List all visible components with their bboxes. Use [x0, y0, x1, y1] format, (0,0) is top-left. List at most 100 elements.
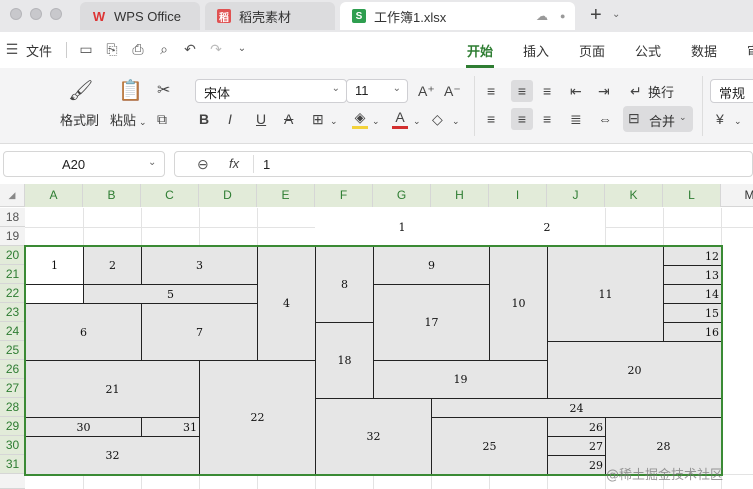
column-header-f[interactable]: F: [315, 184, 373, 207]
file-menu[interactable]: 文件: [26, 41, 52, 60]
indent-icon[interactable]: ⇥: [598, 82, 610, 100]
chevron-down-icon[interactable]: ⌄: [330, 112, 338, 130]
fill-color-icon[interactable]: ◈: [352, 108, 368, 129]
close-window-button[interactable]: [10, 8, 22, 20]
formula-bar: A20 ⌄ ⊖ fx 1: [0, 144, 753, 184]
tab-page[interactable]: 页面: [579, 41, 605, 60]
border-icon[interactable]: ⊞: [312, 110, 324, 128]
tab-home[interactable]: 开始: [467, 41, 493, 60]
column-header-l[interactable]: L: [663, 184, 721, 207]
align-bottom-icon[interactable]: ≡: [543, 82, 551, 100]
align-middle-icon[interactable]: ≡: [511, 80, 533, 102]
row-header-24[interactable]: 24: [0, 322, 25, 341]
font-size-value: 11: [355, 83, 369, 98]
tab-formula[interactable]: 公式: [635, 41, 661, 60]
formula-input[interactable]: ⊖ fx 1: [174, 151, 753, 177]
redo-icon[interactable]: ↷: [208, 41, 224, 57]
tab-review[interactable]: 审: [747, 41, 753, 60]
chevron-down-icon[interactable]: ⌄: [734, 112, 742, 130]
row-header-25[interactable]: 25: [0, 341, 25, 360]
tab-insert[interactable]: 插入: [523, 41, 549, 60]
tab-docer[interactable]: 稻 稻壳素材: [205, 2, 335, 30]
print-icon[interactable]: ⎙: [130, 41, 146, 57]
increase-font-icon[interactable]: A⁺: [418, 82, 435, 100]
row-header-29[interactable]: 29: [0, 417, 25, 436]
font-size-select[interactable]: 11 ⌄: [346, 79, 408, 103]
paste-label[interactable]: 粘贴: [110, 110, 136, 129]
export-icon[interactable]: ⎘: [104, 41, 120, 57]
row-header-27[interactable]: 27: [0, 379, 25, 398]
column-header-d[interactable]: D: [199, 184, 257, 207]
underline-icon[interactable]: U: [256, 110, 266, 128]
tab-label: 工作簿1.xlsx: [374, 9, 447, 25]
italic-icon[interactable]: I: [228, 110, 232, 128]
number-format-select[interactable]: 常规: [710, 79, 753, 103]
zoom-icon[interactable]: ⊖: [197, 156, 209, 173]
justify-icon[interactable]: ≣: [570, 110, 582, 128]
column-header-g[interactable]: G: [373, 184, 431, 207]
column-header-c[interactable]: C: [141, 184, 199, 207]
currency-icon[interactable]: ¥: [716, 110, 724, 128]
merge-button[interactable]: ⊟ 合并 ⌄: [623, 106, 693, 132]
row-header-22[interactable]: 22: [0, 284, 25, 303]
distribute-icon[interactable]: ⇔: [598, 110, 612, 128]
align-top-icon[interactable]: ≡: [487, 82, 495, 100]
outdent-icon[interactable]: ⇤: [570, 82, 582, 100]
cut-icon[interactable]: ✂: [157, 82, 170, 100]
row-header-18[interactable]: 18: [0, 208, 25, 227]
font-color-icon[interactable]: A: [392, 108, 408, 129]
format-painter-icon[interactable]: 🖌: [68, 81, 93, 101]
column-header-k[interactable]: K: [605, 184, 663, 207]
minimize-window-button[interactable]: [30, 8, 42, 20]
column-header-i[interactable]: I: [489, 184, 547, 207]
row-header-32[interactable]: [0, 474, 25, 489]
chevron-down-icon[interactable]: ⌄: [139, 113, 147, 131]
align-left-icon[interactable]: ≡: [487, 110, 495, 128]
row-header-20[interactable]: 20: [0, 246, 25, 265]
row-header-26[interactable]: 26: [0, 360, 25, 379]
format-painter-label[interactable]: 格式刷: [60, 110, 99, 129]
font-name-select[interactable]: 宋体 ⌄: [195, 79, 347, 103]
column-header-a[interactable]: A: [25, 184, 83, 207]
hamburger-menu-icon[interactable]: ☰: [4, 41, 20, 57]
row-header-19[interactable]: 19: [0, 227, 25, 246]
column-header-j[interactable]: J: [547, 184, 605, 207]
wrap-text-icon[interactable]: ↵: [630, 82, 642, 100]
tab-wps-office[interactable]: W WPS Office: [80, 2, 200, 30]
align-center-icon[interactable]: ≡: [511, 108, 533, 130]
print-preview-icon[interactable]: ⌕: [156, 41, 172, 57]
chevron-down-icon[interactable]: ⌄: [372, 112, 380, 130]
new-tab-icon[interactable]: +: [590, 4, 602, 27]
tab-data[interactable]: 数据: [691, 41, 717, 60]
merged-cell[interactable]: 1: [315, 208, 490, 247]
zoom-window-button[interactable]: [50, 8, 62, 20]
wrap-text-label[interactable]: 换行: [648, 82, 674, 101]
chevron-down-icon[interactable]: ⌄: [234, 41, 250, 57]
column-header-e[interactable]: E: [257, 184, 315, 207]
row-header-23[interactable]: 23: [0, 303, 25, 322]
fx-icon[interactable]: fx: [229, 156, 239, 171]
chevron-down-icon[interactable]: ⌄: [413, 112, 421, 130]
strikethrough-icon[interactable]: A: [284, 110, 293, 128]
column-header-b[interactable]: B: [83, 184, 141, 207]
row-header-31[interactable]: 31: [0, 455, 25, 474]
chevron-down-icon[interactable]: ⌄: [612, 9, 620, 20]
save-icon[interactable]: ▭: [78, 41, 94, 57]
decrease-font-icon[interactable]: A⁻: [444, 82, 461, 100]
chevron-down-icon[interactable]: ⌄: [452, 112, 460, 130]
name-box[interactable]: A20 ⌄: [3, 151, 165, 177]
tab-workbook[interactable]: S 工作簿1.xlsx ☁ ●: [340, 2, 575, 30]
row-header-21[interactable]: 21: [0, 265, 25, 284]
merged-cell[interactable]: 2: [489, 208, 606, 247]
copy-icon[interactable]: ⧉: [157, 110, 167, 128]
bold-icon[interactable]: B: [199, 110, 209, 128]
paste-icon[interactable]: 📋: [118, 81, 143, 101]
undo-icon[interactable]: ↶: [182, 41, 198, 57]
select-all-corner[interactable]: ◢: [0, 184, 25, 207]
row-header-28[interactable]: 28: [0, 398, 25, 417]
align-right-icon[interactable]: ≡: [543, 110, 551, 128]
row-header-30[interactable]: 30: [0, 436, 25, 455]
clear-format-icon[interactable]: ◇: [432, 110, 443, 128]
column-header-h[interactable]: H: [431, 184, 489, 207]
column-header-m[interactable]: M: [721, 184, 753, 207]
